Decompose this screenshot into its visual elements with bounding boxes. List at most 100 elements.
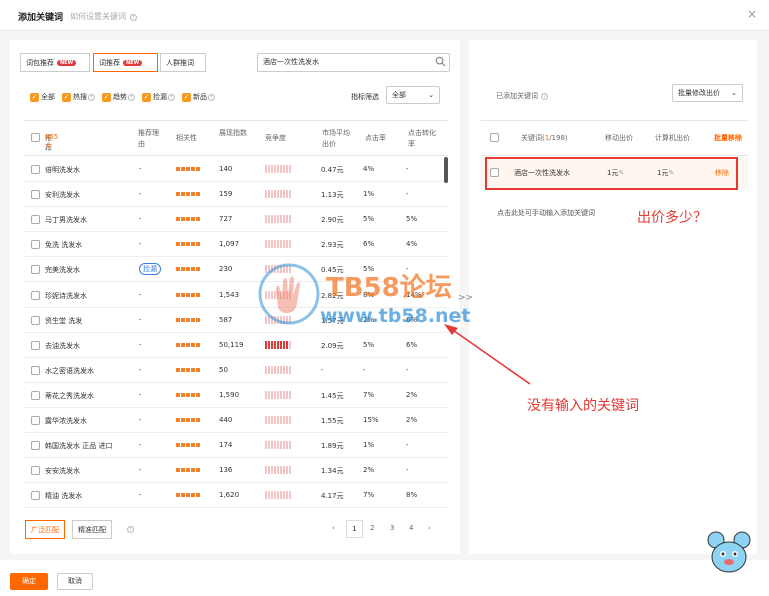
bulk-remove-button[interactable]: 批量移除 [714,133,742,143]
confirm-button[interactable]: 确定 [10,573,48,590]
index-cell: 1,097 [219,240,240,249]
page-2-button[interactable]: 2 [370,524,374,532]
cvr-cell: 2% [406,390,418,399]
reason-cell: - [139,466,142,475]
table-row[interactable]: 韩国洗发水 正品 进口 - 174 1.89元 1% - [23,433,449,459]
page-1-button[interactable]: 1 [346,520,363,538]
ctr-cell: 1% [363,190,375,199]
row-checkbox[interactable] [31,340,40,350]
filter-bargain[interactable]: ✓ 捡漏? [142,92,175,102]
price-cell: - [321,365,324,374]
metric-filter-select[interactable]: 全部 ⌄ [386,86,440,104]
price-header[interactable]: 市场平均出价 [322,128,356,150]
annotation-arrow-icon [444,324,531,385]
new-badge: NEW [57,59,77,66]
keyword-cell: 水之密语洗发水 [45,366,94,375]
ctr-cell: 6% [363,240,375,249]
table-row[interactable]: 蒂花之秀洗发水 - 1,590 1.45元 7% 2% [23,383,449,408]
row-checkbox[interactable] [31,365,40,375]
help-link[interactable]: 如何设置关键词 ? [70,11,137,22]
competition-bars [265,491,291,500]
row-checkbox[interactable] [31,491,40,501]
row-checkbox[interactable] [31,265,40,275]
filter-new[interactable]: ✓ 新品? [182,92,215,102]
broad-match-button[interactable]: 广泛匹配 [25,520,65,539]
scrollbar[interactable] [444,157,448,183]
index-cell: 136 [219,466,233,475]
ctr-header[interactable]: 点击率 [365,133,386,143]
mascot-icon[interactable] [706,530,752,576]
row-checkbox[interactable] [31,190,40,200]
ctr-cell: 15% [363,416,379,424]
ctr-cell: 5% [363,215,375,224]
page-3-button[interactable]: 3 [390,524,394,532]
exact-match-button[interactable]: 精准匹配 [72,520,112,539]
table-row[interactable]: 倍明洗发水 - 140 0.47元 4% - [23,157,449,182]
relevance-bars [176,167,200,171]
right-table-header: 关键词(1/198) 移动出价 计算机出价 批量移除 [481,120,748,156]
row-checkbox[interactable] [31,466,40,476]
page-4-button[interactable]: 4 [409,524,413,532]
row-checkbox[interactable] [31,315,40,325]
help-icon: ? [168,94,175,101]
prev-page-button[interactable]: ‹ [332,524,335,532]
row-checkbox[interactable] [31,215,40,225]
filter-hot[interactable]: ✓ 热搜? [62,92,95,102]
tab-word-package[interactable]: 词包推荐 NEW [20,53,90,72]
select-all-checkbox[interactable] [31,133,40,142]
relevance-bars [176,443,200,448]
relevance-bars [176,292,200,297]
table-row[interactable]: 免洗 洗发水 - 1,097 2.93元 6% 4% [23,232,449,258]
index-header[interactable]: 展现指数 [219,128,251,139]
keyword-cell: 倍明洗发水 [45,166,80,174]
table-row[interactable]: 露华浓洗发水 - 440 1.55元 15% 2% [23,408,449,433]
table-row[interactable]: 安利洗发水 - 159 1.13元 1% - [23,182,449,208]
search-icon[interactable] [435,56,446,69]
table-row[interactable]: 安安洗发水 - 136 1.34元 2% - [23,458,449,484]
checkbox-checked-icon: ✓ [182,92,191,102]
filter-all[interactable]: ✓ 全部 [30,92,55,102]
dialog-title: 添加关键词 [18,13,64,23]
row-checkbox[interactable] [31,416,40,425]
keyword-cell: 去油洗发水 [45,341,80,350]
keyword-search-input[interactable]: 酒店一次性洗发水 [257,53,450,72]
row-checkbox[interactable] [31,441,40,451]
tab-word-recommend[interactable]: 词推荐 NEW [93,53,158,72]
index-cell: 50,119 [219,340,244,349]
cvr-cell: 2% [406,416,418,424]
index-cell: 140 [219,165,233,173]
row-checkbox[interactable] [31,240,40,250]
cvr-header[interactable]: 点击转化率 [408,128,436,150]
reason-cell: - [139,416,142,424]
row-checkbox[interactable] [31,390,40,400]
close-icon[interactable]: × [747,7,757,21]
index-cell: 230 [219,265,233,274]
competition-bars [265,365,291,374]
row-checkbox[interactable] [31,165,40,174]
next-page-button[interactable]: › [428,524,431,532]
chevron-down-icon: ⌄ [731,89,737,97]
reason-cell: - [139,165,142,173]
manual-add-link[interactable]: 点击此处可手动输入添加关键词 [497,208,595,218]
tab-crowd-recommend[interactable]: 人群推词 [160,53,206,72]
keyword-cell: 免洗 洗发水 [45,241,83,250]
table-row[interactable]: 水之密语洗发水 - 50 - - - [23,358,449,383]
table-row[interactable]: 马丁男洗发水 - 727 2.90元 5% 5% [23,207,449,233]
index-cell: 1,590 [219,390,240,399]
checkbox-checked-icon: ✓ [102,92,111,102]
annotation-highlight-box [485,157,738,190]
relevance-bars [176,468,200,473]
cancel-button[interactable]: 取消 [57,573,93,590]
price-cell: 2.93元 [321,241,344,250]
select-all-added-checkbox[interactable] [490,133,499,142]
relevance-bars [176,342,200,347]
row-checkbox[interactable] [31,290,40,300]
checkbox-checked-icon: ✓ [62,92,71,102]
bulk-edit-bid-button[interactable]: 批量修改出价 ⌄ [672,84,743,102]
filter-trend[interactable]: ✓ 趋势? [102,92,135,102]
transfer-arrow-icon[interactable]: >> [458,293,473,303]
new-badge: NEW [123,59,143,66]
cvr-cell: - [406,190,409,199]
table-row[interactable]: 精油 洗发水 - 1,620 4.17元 7% 8% [23,483,449,509]
table-row[interactable]: 去油洗发水 - 50,119 2.09元 5% 6% [23,333,449,358]
